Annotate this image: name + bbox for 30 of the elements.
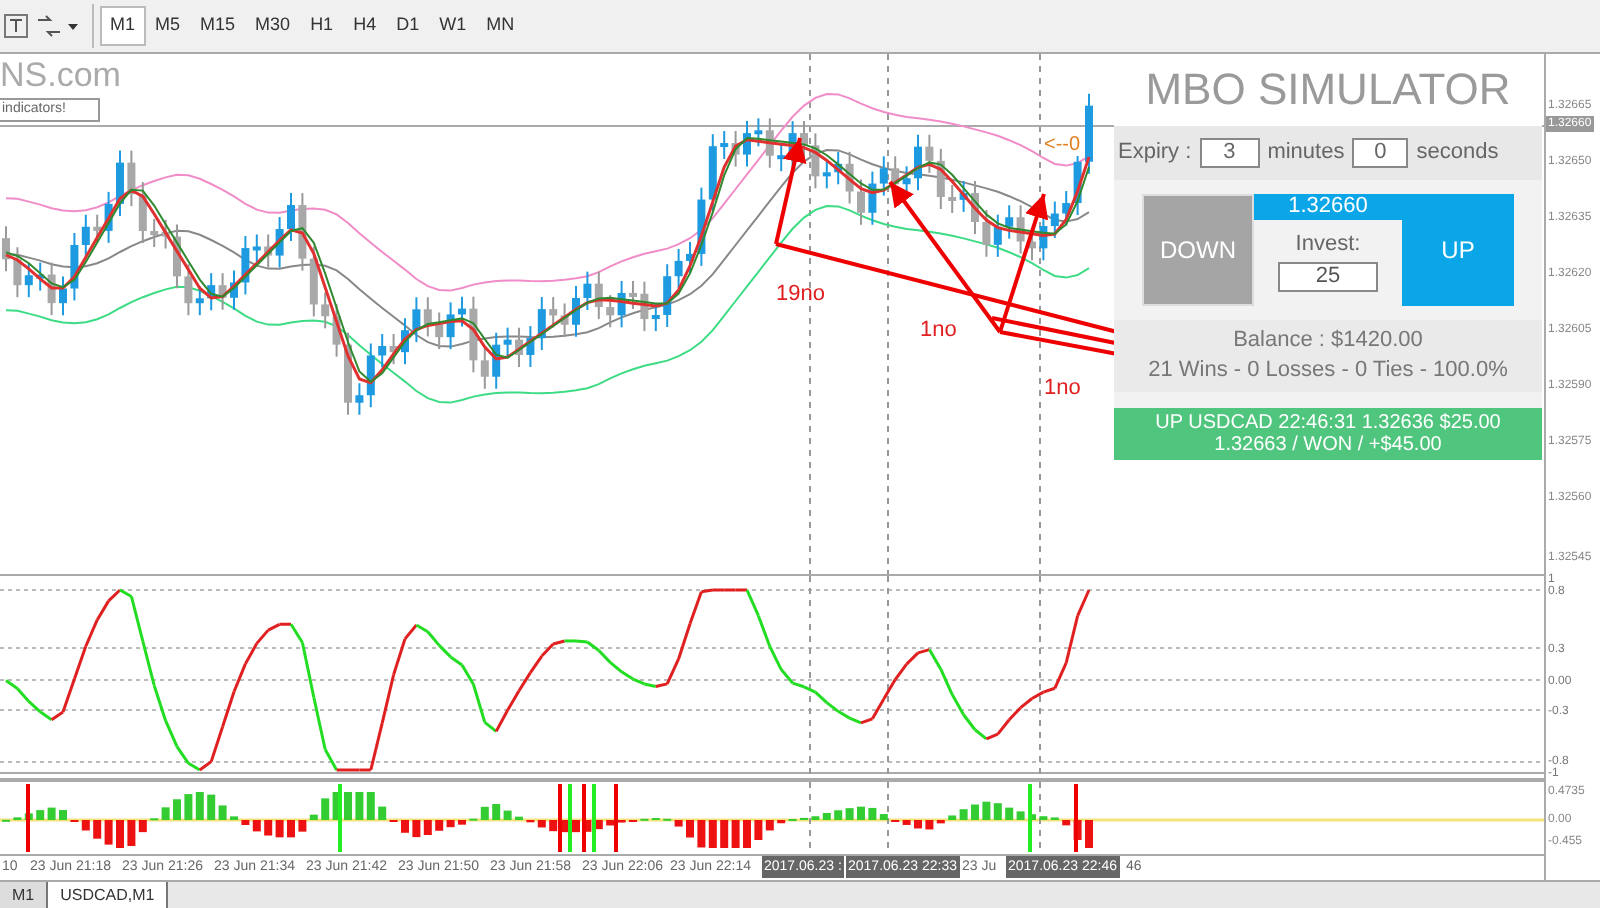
stats-text: 21 Wins - 0 Losses - 0 Ties - 100.0% (1148, 356, 1508, 386)
annotation-text: 19no (776, 280, 825, 310)
simulator-title: MBO SIMULATOR (1114, 54, 1542, 126)
seconds-label: seconds (1416, 138, 1499, 169)
timeframe-button[interactable]: W1 (429, 6, 477, 46)
timeframe-button[interactable]: MN (476, 6, 525, 46)
timeframe-button[interactable]: M15 (190, 6, 246, 46)
invest-field[interactable]: 25 (1278, 261, 1378, 291)
logo-text: NS.com (0, 58, 121, 94)
timeframe-button[interactable]: H1 (300, 6, 344, 46)
timeframe-button[interactable]: M30 (245, 6, 301, 46)
expiry-label: Expiry : (1118, 138, 1192, 169)
invest-label: Invest: (1295, 230, 1361, 260)
trade-result: UP USDCAD 22:46:31 1.32636 $25.00 1.32663 / WON / +$45.00 (1114, 408, 1542, 460)
minutes-label: minutes (1267, 138, 1345, 169)
price-display: 1.32660 (1254, 194, 1402, 220)
timeframe-button[interactable]: D1 (386, 6, 430, 46)
chart-tab[interactable]: USDCAD,M1 (48, 882, 169, 908)
seconds-field[interactable]: 0 (1352, 138, 1409, 168)
annotation-text: 1no (920, 316, 957, 346)
timeframe-button[interactable]: M5 (145, 6, 191, 46)
minutes-field[interactable]: 3 (1199, 138, 1260, 168)
chart-tab[interactable]: M1 (0, 882, 49, 908)
arrows-dropdown-icon[interactable] (36, 14, 80, 38)
price-tag: <--0 (1044, 134, 1081, 156)
balance-text: Balance : $1420.00 (1233, 326, 1423, 356)
text-tool-icon[interactable] (4, 14, 28, 38)
annotation-text: 1no (1044, 374, 1081, 404)
timeframe-button[interactable]: M1 (100, 6, 146, 46)
timeframe-button[interactable]: H4 (343, 6, 387, 46)
